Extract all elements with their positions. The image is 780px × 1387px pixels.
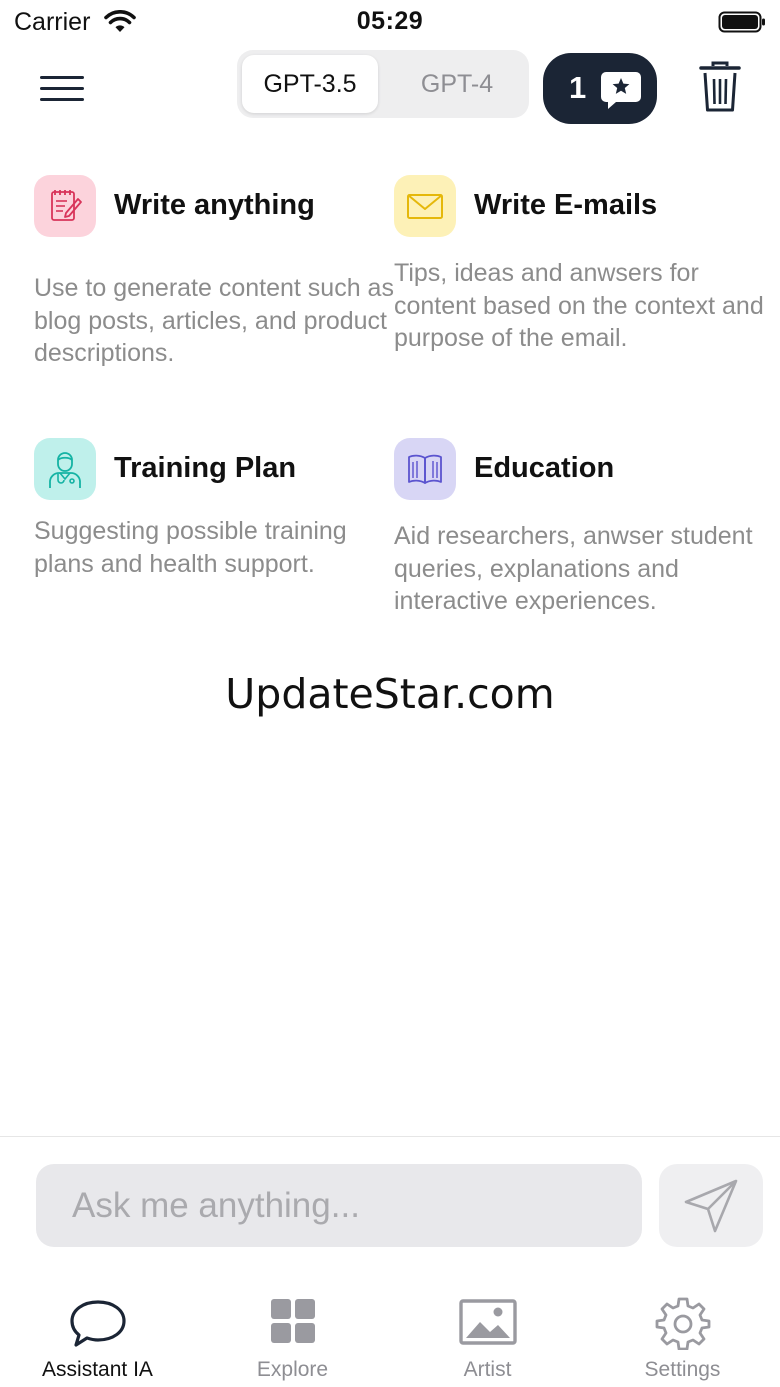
- send-icon: [684, 1179, 738, 1232]
- card-title: Write anything: [114, 189, 315, 221]
- training-plan-icon-box: [34, 438, 96, 500]
- chat-input[interactable]: [36, 1164, 642, 1247]
- card-title: Training Plan: [114, 452, 297, 484]
- tab-settings[interactable]: Settings: [585, 1290, 780, 1385]
- credits-button[interactable]: 1: [543, 53, 657, 124]
- tab-explore[interactable]: Explore: [195, 1290, 390, 1385]
- tab-label: Assistant IA: [42, 1358, 153, 1381]
- write-anything-icon-box: [34, 175, 96, 237]
- image-icon: [458, 1299, 517, 1345]
- model-option-gpt-3-5[interactable]: GPT-3.5: [242, 55, 378, 113]
- divider: [0, 1136, 780, 1137]
- tab-assistant-ia[interactable]: Assistant IA: [0, 1290, 195, 1385]
- tab-label: Explore: [256, 1358, 329, 1381]
- tab-label: Artist: [463, 1358, 512, 1381]
- chat-bubble-icon: [69, 1300, 126, 1347]
- envelope-icon: [407, 194, 443, 219]
- doctor-icon: [49, 452, 81, 488]
- chat-star-icon: [601, 72, 641, 109]
- write-emails-icon-box: [394, 175, 456, 237]
- tab-label: Settings: [644, 1358, 721, 1381]
- card-description: Use to generate content such as blog pos…: [34, 274, 394, 367]
- status-bar: Carrier 05:29: [0, 0, 780, 46]
- menu-icon[interactable]: [38, 74, 86, 104]
- card-title: Education: [474, 452, 615, 484]
- tab-artist[interactable]: Artist: [390, 1290, 585, 1385]
- notepad-pen-icon: [51, 190, 82, 221]
- status-time: 05:29: [356, 7, 424, 35]
- model-option-gpt-4[interactable]: GPT-4: [389, 55, 525, 113]
- watermark: UpdateStar.com: [225, 670, 555, 718]
- open-book-icon: [408, 454, 442, 484]
- card-description: Tips, ideas and anwsers for content base…: [394, 259, 764, 352]
- trash-icon[interactable]: [698, 60, 742, 114]
- card-description: Suggesting possible training plans and h…: [34, 517, 347, 578]
- card-description: Aid researchers, anwser student queries,…: [394, 522, 753, 615]
- gear-icon: [655, 1297, 710, 1350]
- battery-icon: [718, 11, 765, 33]
- grid-icon: [270, 1299, 315, 1343]
- credits-count: 1: [569, 70, 587, 105]
- card-title: Write E-mails: [474, 189, 658, 221]
- education-icon-box: [394, 438, 456, 500]
- model-selector: GPT-3.5 GPT-4: [237, 50, 529, 118]
- send-button[interactable]: [659, 1164, 763, 1247]
